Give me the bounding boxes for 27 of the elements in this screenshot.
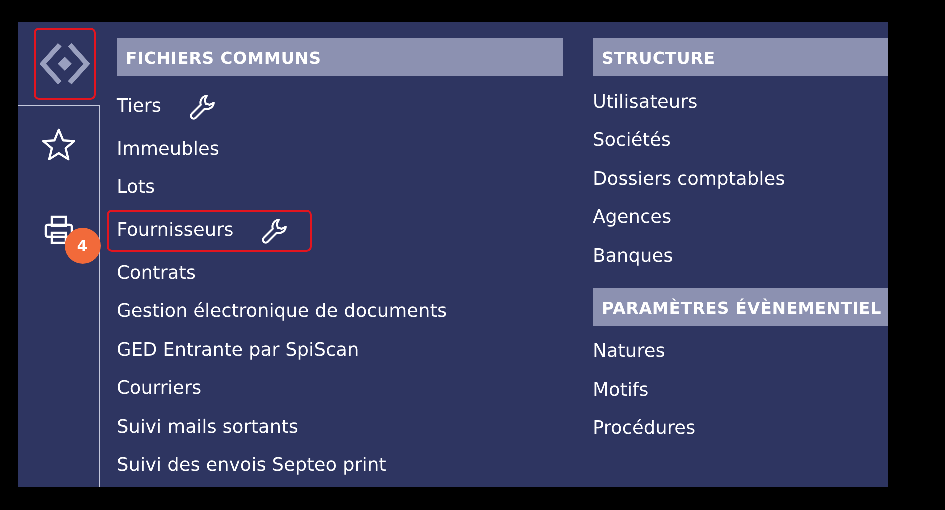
menu-link[interactable]: GED Entrante par SpiScan	[107, 334, 382, 367]
menu-link[interactable]: Motifs	[583, 374, 671, 407]
menu-link[interactable]: Courriers	[107, 372, 224, 406]
menu-link[interactable]: Tiers	[107, 86, 240, 128]
menu-link[interactable]: Contrats	[107, 256, 218, 290]
menu-link[interactable]: Sociétés	[583, 124, 694, 158]
menu-link[interactable]: Fournisseurs	[107, 210, 312, 252]
favorites-button[interactable]	[42, 128, 76, 162]
section-header: STRUCTURE	[593, 38, 888, 76]
menu-link[interactable]: Procédures	[583, 412, 718, 446]
menu-link[interactable]: Suivi mails sortants	[107, 410, 321, 444]
notification-badge: 4	[64, 228, 100, 264]
menu-link[interactable]: Banques	[583, 240, 696, 273]
section-header: FICHIERS COMMUNS	[117, 38, 563, 76]
menu-link[interactable]: Gestion électronique de documents	[107, 295, 470, 328]
menu-link[interactable]: Agences	[583, 201, 694, 234]
menu-link[interactable]: Immeubles	[107, 132, 242, 166]
menu-link[interactable]: Natures	[583, 335, 688, 368]
section-header: PARAMÈTRES ÉVÈNEMENTIEL	[593, 288, 888, 326]
print-button[interactable]	[42, 214, 74, 246]
menu-link[interactable]: Utilisateurs	[583, 86, 720, 119]
menu-link[interactable]: Dossiers comptables	[583, 162, 808, 196]
menu-link[interactable]: Lots	[107, 171, 178, 204]
logo-button[interactable]	[34, 28, 96, 100]
menu-link[interactable]: Suivi des envois Septeo print	[107, 449, 408, 482]
printer-icon	[42, 214, 74, 246]
star-icon	[42, 128, 76, 162]
